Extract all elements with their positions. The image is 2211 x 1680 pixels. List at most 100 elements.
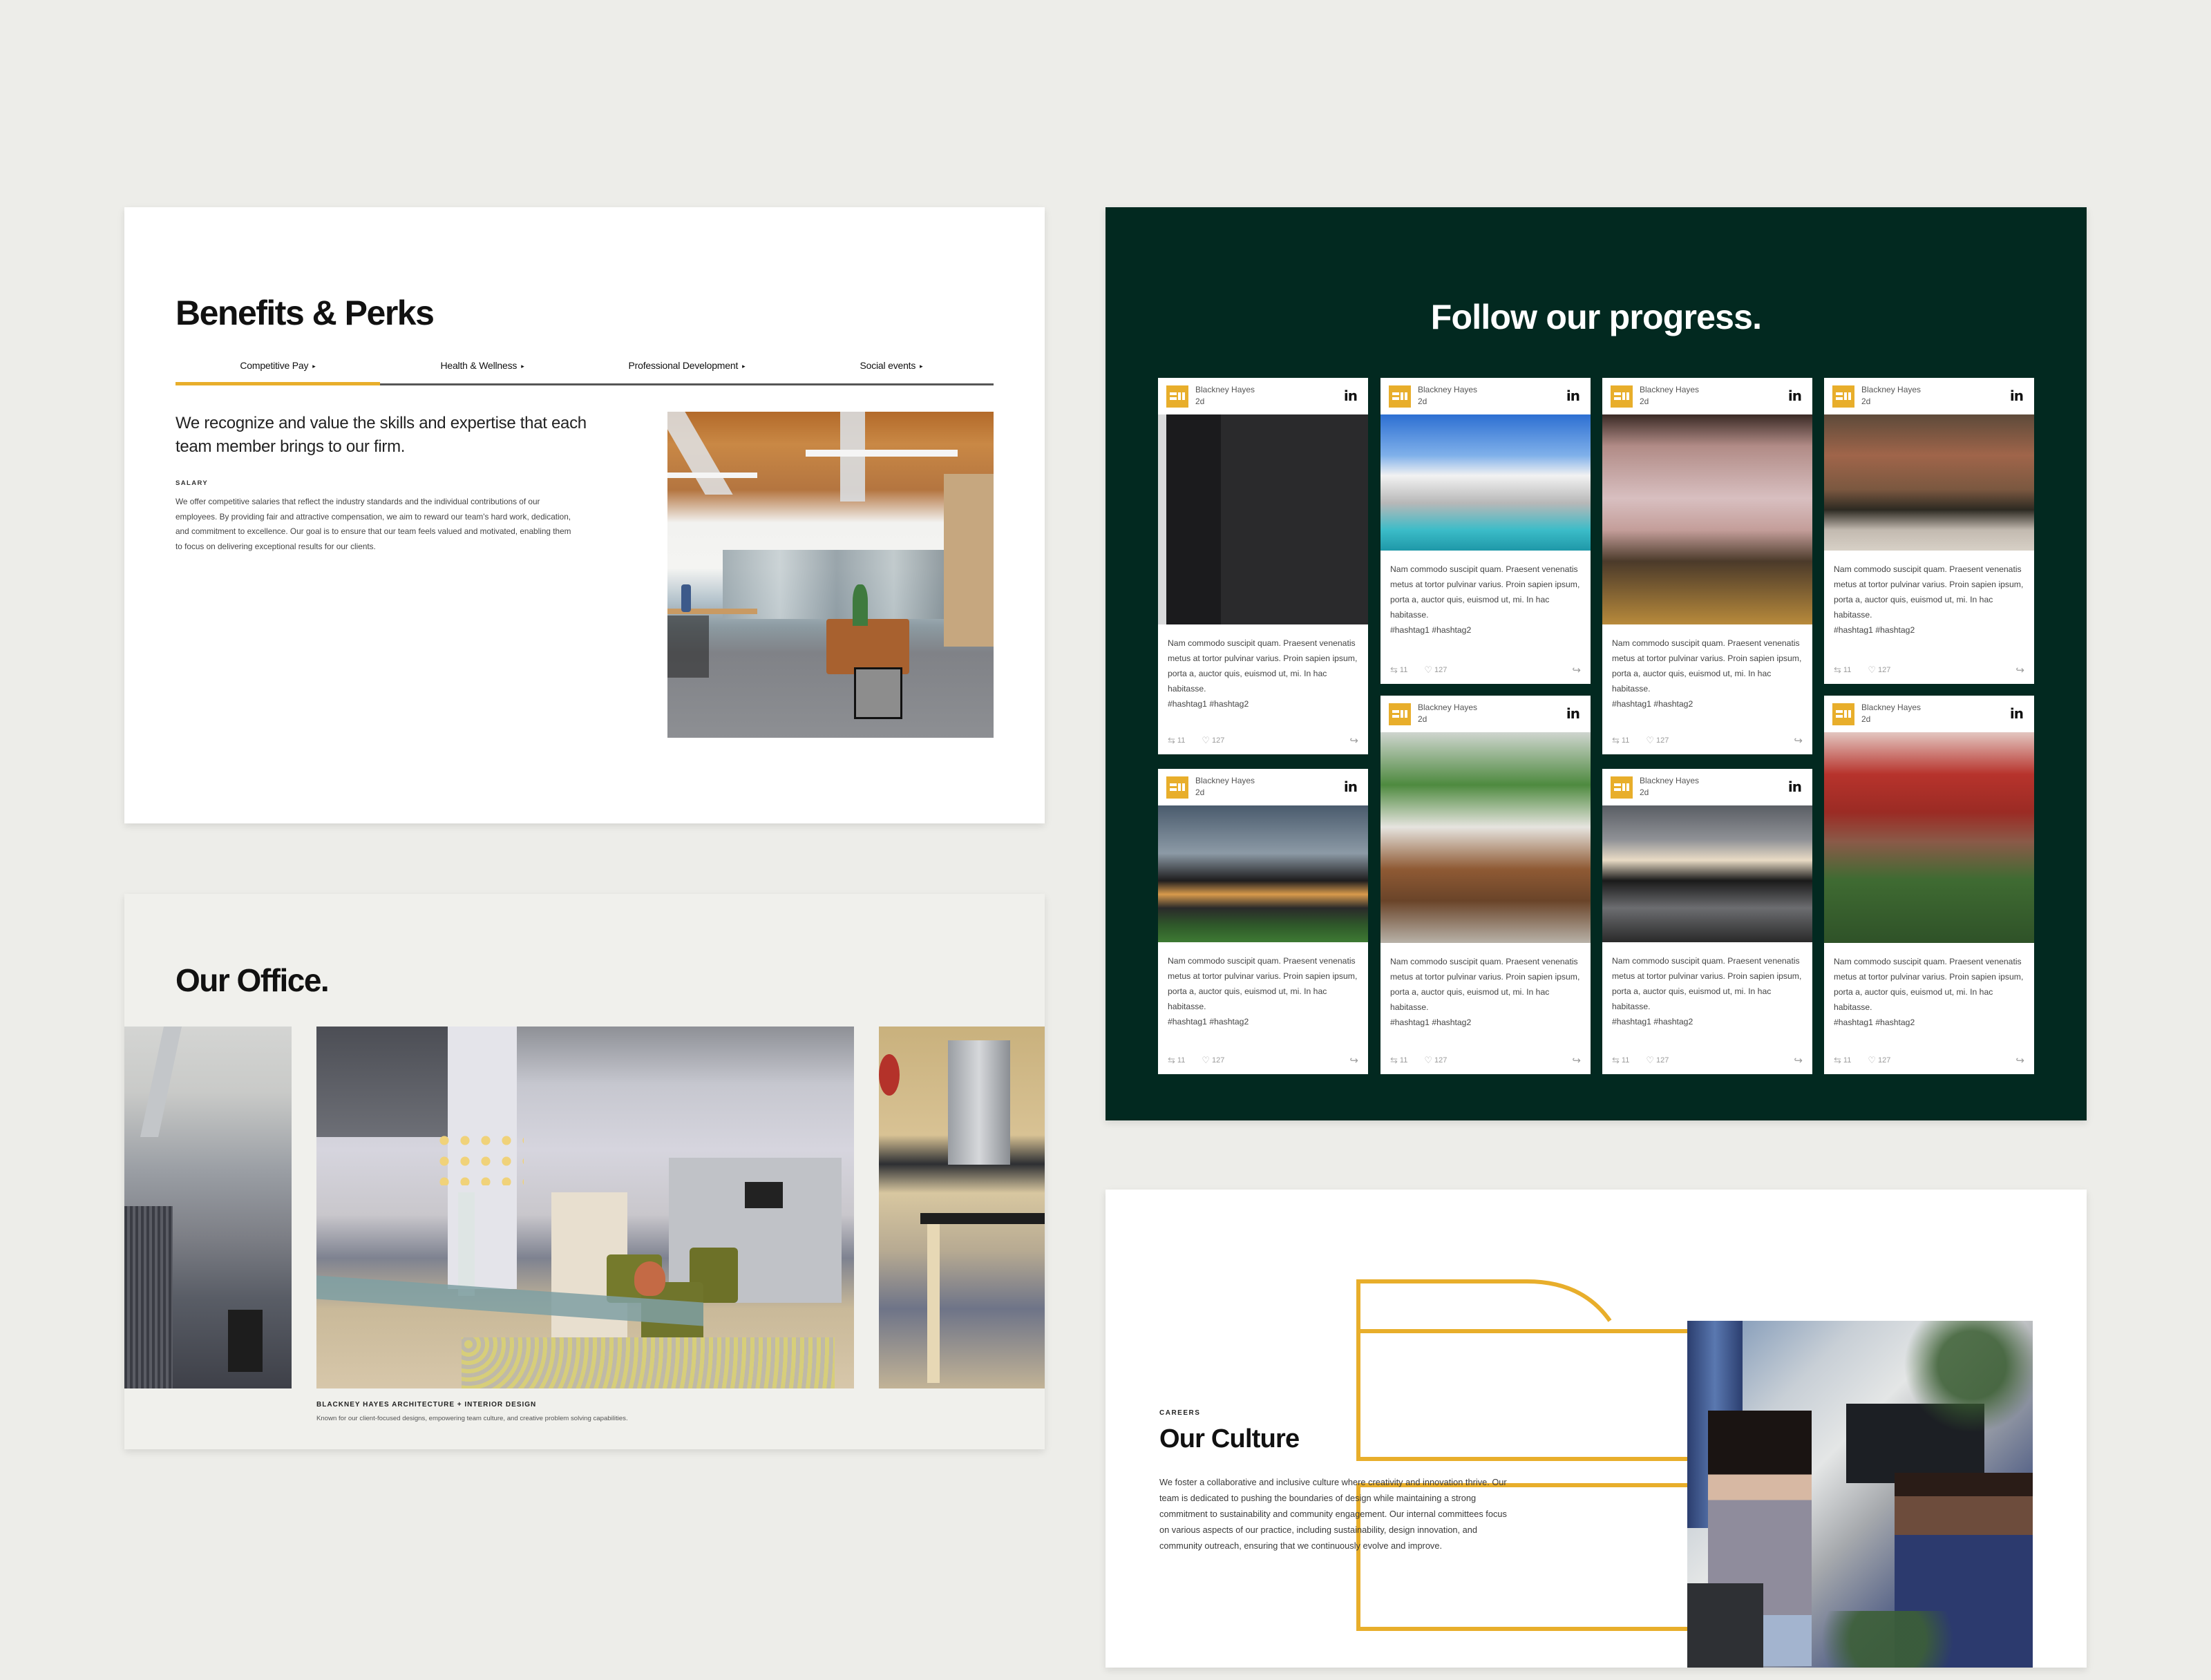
repost-icon: ⇆ xyxy=(1168,1055,1175,1065)
social-post-card[interactable]: Blackney Hayes 2d in Nam commodo suscipi… xyxy=(1824,696,2034,1074)
repost-button[interactable]: ⇆ 11 xyxy=(1612,735,1638,746)
linkedin-icon[interactable]: in xyxy=(2010,705,2024,722)
post-author[interactable]: Blackney Hayes xyxy=(1861,385,1921,394)
caret-right-icon: ▸ xyxy=(920,363,923,370)
post-body: Nam commodo suscipit quam. Praesent vene… xyxy=(1612,956,1802,1011)
share-icon[interactable]: ↪ xyxy=(1572,664,1581,676)
share-icon[interactable]: ↪ xyxy=(2015,664,2024,676)
repost-icon: ⇆ xyxy=(1834,1055,1841,1065)
social-post-card[interactable]: Blackney Hayes 2d in Nam commodo suscipi… xyxy=(1602,769,1812,1074)
post-image[interactable] xyxy=(1158,414,1368,624)
company-logo-icon xyxy=(1166,385,1188,408)
post-image[interactable] xyxy=(1824,732,2034,943)
like-button[interactable]: ♡ 127 xyxy=(1202,1055,1233,1066)
post-image[interactable] xyxy=(1602,805,1812,942)
post-body: Nam commodo suscipit quam. Praesent vene… xyxy=(1168,956,1358,1011)
like-button[interactable]: ♡ 127 xyxy=(1646,1055,1677,1066)
linkedin-icon[interactable]: in xyxy=(1566,705,1580,722)
linkedin-icon[interactable]: in xyxy=(1788,779,1802,795)
post-hashtags[interactable]: #hashtag1 #hashtag2 xyxy=(1612,1014,1803,1029)
repost-button[interactable]: ⇆ 11 xyxy=(1390,1055,1416,1066)
tab-label: Competitive Pay xyxy=(240,360,309,371)
office-image-kitchen[interactable] xyxy=(879,1027,1045,1388)
linkedin-icon[interactable]: in xyxy=(1788,388,1802,404)
post-hashtags[interactable]: #hashtag1 #hashtag2 xyxy=(1390,622,1581,638)
office-caption-body: Known for our client-focused designs, em… xyxy=(316,1415,628,1422)
like-button[interactable]: ♡ 127 xyxy=(1646,735,1677,746)
repost-icon: ⇆ xyxy=(1834,665,1841,675)
share-icon[interactable]: ↪ xyxy=(1349,734,1358,747)
like-button[interactable]: ♡ 127 xyxy=(1202,735,1233,746)
share-icon[interactable]: ↪ xyxy=(2015,1054,2024,1067)
post-body: Nam commodo suscipit quam. Praesent vene… xyxy=(1390,957,1580,1012)
linkedin-icon[interactable]: in xyxy=(1344,779,1358,795)
culture-panel: CAREERS Our Culture We foster a collabor… xyxy=(1106,1190,2087,1668)
culture-body: We foster a collaborative and inclusive … xyxy=(1159,1477,1507,1551)
post-text: Nam commodo suscipit quam. Praesent vene… xyxy=(1158,624,1368,712)
repost-count: 11 xyxy=(1177,1056,1186,1065)
like-button[interactable]: ♡ 127 xyxy=(1424,1055,1455,1066)
share-icon[interactable]: ↪ xyxy=(1572,1054,1581,1067)
post-actions: ⇆ 11 ♡ 127 ↪ xyxy=(1612,734,1803,747)
office-caption-title: BLACKNEY HAYES ARCHITECTURE + INTERIOR D… xyxy=(316,1401,537,1409)
social-post-card[interactable]: Blackney Hayes 2d in Nam commodo suscipi… xyxy=(1380,696,1591,1074)
post-hashtags[interactable]: #hashtag1 #hashtag2 xyxy=(1834,622,2024,638)
tab-health-wellness[interactable]: Health & Wellness ▸ xyxy=(380,354,585,383)
post-image[interactable] xyxy=(1380,414,1591,551)
share-icon[interactable]: ↪ xyxy=(1794,1054,1803,1067)
post-author[interactable]: Blackney Hayes xyxy=(1418,703,1477,712)
linkedin-icon[interactable]: in xyxy=(1344,388,1358,404)
post-text: Nam commodo suscipit quam. Praesent vene… xyxy=(1602,624,1812,712)
like-button[interactable]: ♡ 127 xyxy=(1868,1055,1899,1066)
post-age: 2d xyxy=(1418,714,1427,724)
benefits-title: Benefits & Perks xyxy=(175,294,435,332)
post-hashtags[interactable]: #hashtag1 #hashtag2 xyxy=(1390,1015,1581,1030)
like-button[interactable]: ♡ 127 xyxy=(1424,665,1455,676)
post-image[interactable] xyxy=(1602,414,1812,624)
linkedin-icon[interactable]: in xyxy=(2010,388,2024,404)
post-age: 2d xyxy=(1195,788,1205,797)
tab-competitive-pay[interactable]: Competitive Pay ▸ xyxy=(175,354,380,385)
post-hashtags[interactable]: #hashtag1 #hashtag2 xyxy=(1168,696,1358,712)
office-image-reception[interactable] xyxy=(316,1027,854,1388)
linkedin-icon[interactable]: in xyxy=(1566,388,1580,404)
post-hashtags[interactable]: #hashtag1 #hashtag2 xyxy=(1612,696,1803,712)
repost-button[interactable]: ⇆ 11 xyxy=(1834,1055,1859,1066)
post-hashtags[interactable]: #hashtag1 #hashtag2 xyxy=(1834,1015,2024,1030)
share-icon[interactable]: ↪ xyxy=(1349,1054,1358,1067)
post-author[interactable]: Blackney Hayes xyxy=(1640,776,1699,785)
post-author[interactable]: Blackney Hayes xyxy=(1861,703,1921,712)
social-post-card[interactable]: Blackney Hayes 2d in Nam commodo suscipi… xyxy=(1602,378,1812,754)
post-hashtags[interactable]: #hashtag1 #hashtag2 xyxy=(1168,1014,1358,1029)
social-post-card[interactable]: Blackney Hayes 2d in Nam commodo suscipi… xyxy=(1824,378,2034,684)
post-age: 2d xyxy=(1640,788,1649,797)
like-button[interactable]: ♡ 127 xyxy=(1868,665,1899,676)
like-count: 127 xyxy=(1655,1056,1669,1065)
repost-icon: ⇆ xyxy=(1168,735,1175,745)
social-post-card[interactable]: Blackney Hayes 2d in Nam commodo suscipi… xyxy=(1380,378,1591,684)
repost-button[interactable]: ⇆ 11 xyxy=(1612,1055,1638,1066)
post-header: Blackney Hayes 2d in xyxy=(1158,378,1368,414)
post-author[interactable]: Blackney Hayes xyxy=(1195,776,1255,785)
post-author[interactable]: Blackney Hayes xyxy=(1640,385,1699,394)
social-post-card[interactable]: Blackney Hayes 2d in Nam commodo suscipi… xyxy=(1158,769,1368,1074)
post-author[interactable]: Blackney Hayes xyxy=(1195,385,1255,394)
repost-count: 11 xyxy=(1843,666,1852,674)
post-image[interactable] xyxy=(1158,805,1368,942)
post-author[interactable]: Blackney Hayes xyxy=(1418,385,1477,394)
repost-button[interactable]: ⇆ 11 xyxy=(1168,1055,1193,1066)
post-header: Blackney Hayes 2d in xyxy=(1824,378,2034,414)
tab-social-events[interactable]: Social events ▸ xyxy=(789,354,994,383)
repost-button[interactable]: ⇆ 11 xyxy=(1168,735,1193,746)
company-logo-icon xyxy=(1832,703,1854,725)
post-image[interactable] xyxy=(1380,732,1591,943)
tab-professional-development[interactable]: Professional Development ▸ xyxy=(585,354,789,383)
repost-button[interactable]: ⇆ 11 xyxy=(1390,665,1416,676)
office-image-workspace[interactable] xyxy=(124,1027,292,1388)
social-post-card[interactable]: Blackney Hayes 2d in Nam commodo suscipi… xyxy=(1158,378,1368,754)
heart-icon: ♡ xyxy=(1202,735,1210,745)
repost-button[interactable]: ⇆ 11 xyxy=(1834,665,1859,676)
share-icon[interactable]: ↪ xyxy=(1794,734,1803,747)
post-image[interactable] xyxy=(1824,414,2034,551)
post-text: Nam commodo suscipit quam. Praesent vene… xyxy=(1158,942,1368,1029)
